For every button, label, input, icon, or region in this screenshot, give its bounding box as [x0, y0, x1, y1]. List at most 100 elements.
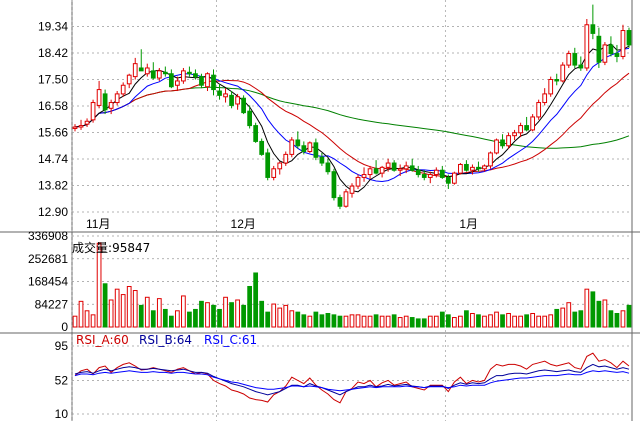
candle-body	[415, 169, 421, 176]
candle-body	[367, 168, 373, 176]
volume-bar	[530, 312, 536, 328]
candle-body	[349, 185, 355, 194]
candle	[566, 50, 572, 68]
candle	[331, 168, 337, 201]
rsi-c-legend: RSI_C:61	[204, 333, 257, 347]
candle-body	[175, 80, 180, 86]
candle-body	[596, 35, 602, 63]
volume-bar	[421, 318, 427, 328]
rsi-b-legend: RSI_B:64	[139, 333, 192, 347]
candle-body	[470, 166, 475, 171]
volume-bar	[403, 315, 409, 328]
candle-body	[187, 71, 192, 75]
candle-body	[289, 139, 295, 155]
volume-bar	[596, 300, 602, 328]
volume-bar	[548, 314, 554, 328]
volume-bar	[211, 304, 216, 328]
candle-body	[361, 174, 367, 178]
candle-body	[253, 125, 259, 142]
candle-body	[337, 197, 343, 207]
rsi-tick-label: 52	[55, 373, 69, 387]
volume-bar	[102, 283, 108, 328]
volume-bar	[337, 315, 343, 328]
candle-body	[554, 79, 560, 82]
volume-bar	[295, 311, 301, 328]
candle-body	[548, 79, 554, 95]
candle-body	[433, 169, 439, 176]
candle-body	[488, 152, 493, 167]
candle-body	[590, 24, 596, 34]
candle-body	[584, 24, 590, 69]
volume-label: 成交量	[72, 240, 108, 255]
candle-body	[120, 84, 126, 95]
candle-body	[608, 44, 614, 55]
candle-body	[524, 125, 529, 131]
candle-body	[620, 30, 626, 57]
candle	[241, 95, 246, 115]
volume-bar	[199, 300, 204, 328]
candle-body	[451, 172, 457, 184]
volume-bar	[138, 304, 144, 328]
month-tick-label: 12月	[231, 217, 256, 231]
price-tick-label: 19.34	[38, 20, 68, 34]
candle-body	[211, 74, 216, 91]
volume-bar	[620, 310, 626, 328]
volume-bar	[373, 314, 379, 328]
volume-bar	[229, 302, 234, 328]
candle-body	[445, 176, 451, 184]
volume-tick-label: 84227	[35, 297, 69, 311]
volume-bar	[331, 314, 337, 328]
volume-bar	[313, 311, 319, 328]
volume-value: 95847	[112, 241, 150, 255]
candle-body	[512, 132, 517, 137]
candle-body	[241, 97, 246, 114]
candle-body	[138, 67, 144, 72]
volume-bar	[433, 315, 439, 328]
volume-bar	[512, 315, 517, 328]
candle-body	[271, 168, 277, 178]
month-tick-label: 11月	[86, 217, 110, 231]
volume-bar	[590, 291, 596, 328]
volume-bar	[445, 314, 451, 328]
volume-bar	[566, 302, 572, 328]
volume-bar	[301, 314, 307, 328]
volume-bar	[126, 285, 132, 328]
volume-bar	[217, 308, 222, 328]
volume-tick-label: 336908	[28, 229, 68, 243]
rsi-panel-header: RSI_A:60 RSI_B:64 RSI_C:61	[76, 333, 257, 347]
volume-bar	[253, 272, 259, 328]
candle-body	[235, 96, 240, 105]
volume-bar	[494, 311, 499, 328]
candle-body	[84, 120, 90, 125]
rsi-a-legend: RSI_A:60	[76, 333, 129, 347]
candle-body	[439, 169, 445, 178]
volume-bar	[283, 304, 289, 328]
volume-bar	[307, 315, 313, 328]
candle-body	[397, 168, 403, 171]
volume-bar	[162, 308, 168, 328]
chart-background	[0, 0, 640, 421]
candle-body	[229, 94, 234, 106]
volume-bar	[90, 314, 96, 328]
candle-body	[223, 93, 228, 98]
price-tick-label: 16.58	[38, 99, 68, 113]
volume-bar	[343, 315, 349, 328]
candle-body	[277, 162, 283, 170]
volume-bar	[265, 311, 271, 328]
volume-bar	[108, 299, 114, 328]
candle-body	[325, 162, 331, 173]
candle-body	[90, 102, 96, 121]
volume-bar	[626, 304, 632, 328]
candle-body	[614, 53, 620, 57]
volume-bar	[72, 315, 78, 328]
candle-body	[421, 174, 427, 178]
candle-body	[494, 139, 499, 154]
candle	[584, 19, 590, 71]
volume-tick-label: 252681	[28, 252, 68, 266]
volume-bar	[458, 315, 463, 328]
volume-bar	[427, 315, 433, 328]
candle-body	[205, 73, 210, 88]
candle-body	[217, 90, 222, 96]
volume-bar	[175, 310, 180, 328]
candle-body	[150, 70, 156, 79]
